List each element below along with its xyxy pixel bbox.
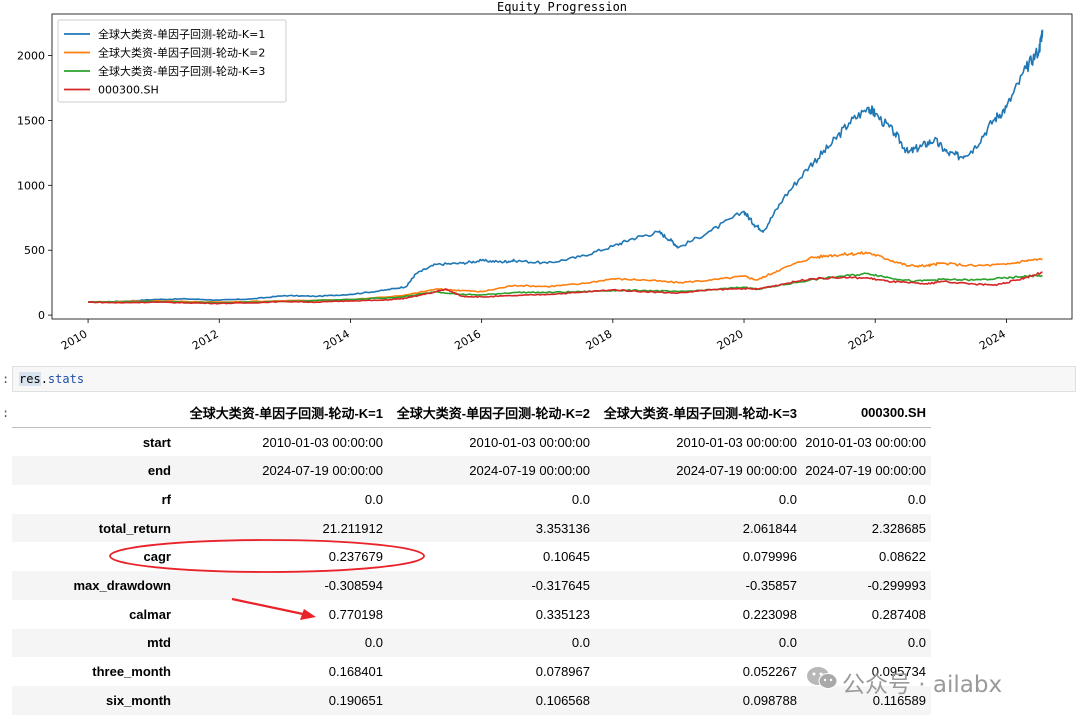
x-tick-label: 2018 — [584, 327, 615, 352]
row-label: three_month — [92, 664, 171, 680]
table-cell: 0.08622 — [879, 549, 926, 565]
table-cell: 0.287408 — [871, 606, 926, 622]
x-tick-label: 2020 — [715, 327, 746, 352]
row-label: end — [147, 463, 171, 479]
y-tick-label: 0 — [38, 309, 45, 322]
table-row: three_month 0.168401 0.078967 0.052267 0.095… — [12, 657, 931, 686]
row-label: total_return — [98, 520, 171, 536]
legend-label: 全球大类资-单因子回测-轮动-K=3 — [98, 64, 265, 78]
table-cell: 2024-07-19 00:00:00 — [262, 463, 383, 479]
row-label: max_drawdown — [73, 577, 171, 593]
table-cell: 2010-01-03 00:00:00 — [805, 434, 926, 450]
row-label: six_month — [105, 692, 171, 708]
table-cell: 0.335123 — [535, 606, 590, 622]
table-cell: 0.190651 — [328, 692, 383, 708]
table-row: mtd 0.0 0.0 0.0 0.0 — [12, 628, 931, 658]
table-cell: 0.237679 — [328, 549, 383, 565]
table-cell: 2024-07-19 00:00:00 — [676, 463, 797, 479]
wechat-icon — [807, 667, 838, 689]
table-cell: 2010-01-03 00:00:00 — [469, 434, 590, 450]
legend-label: 全球大类资-单因子回测-轮动-K=1 — [98, 27, 265, 41]
column-header: 全球大类资-单因子回测-轮动-K=3 — [595, 398, 802, 428]
legend-label: 全球大类资-单因子回测-轮动-K=2 — [98, 46, 265, 60]
table-cell: 0.079996 — [742, 549, 797, 565]
code-dot: . — [40, 372, 48, 386]
output-prompt: : — [2, 406, 10, 420]
x-tick-label: 2012 — [190, 327, 221, 352]
table-cell: 0.0 — [364, 635, 383, 651]
table-cell: 3.353136 — [535, 520, 590, 536]
code-attribute: stats — [47, 372, 85, 386]
table-cell: 0.098788 — [742, 692, 797, 708]
table-cell: -0.317645 — [531, 577, 590, 593]
stats-table: 全球大类资-单因子回测-轮动-K=1 全球大类资-单因子回测-轮动-K=2 全球… — [12, 398, 931, 715]
y-tick-label: 2000 — [17, 50, 45, 63]
row-label: calmar — [129, 606, 171, 622]
table-corner — [12, 398, 181, 428]
row-label: mtd — [147, 635, 171, 651]
table-cell: 0.0 — [571, 491, 590, 507]
table-header-row: 全球大类资-单因子回测-轮动-K=1 全球大类资-单因子回测-轮动-K=2 全球… — [12, 398, 931, 428]
table-cell: 0.0 — [778, 491, 797, 507]
watermark-text: 公众号 · ailabx — [842, 672, 1003, 698]
table-cell: 0.0 — [907, 491, 926, 507]
chart-canvas: Equity Progression 0 500 1000 1500 2000 2010 20… — [17, 0, 1073, 353]
legend-label: 000300.SH — [98, 84, 159, 97]
table-row: calmar 0.770198 0.335123 0.223098 0.287408 — [12, 600, 931, 629]
column-header: 全球大类资-单因子回测-轮动-K=1 — [181, 398, 388, 428]
row-label: start — [142, 434, 171, 450]
table-row: total_return 21.211912 3.353136 2.061844 2.3… — [12, 513, 931, 543]
table-cell: 0.10645 — [543, 549, 590, 565]
table-row: cagr 0.237679 0.10645 0.079996 0.08622 — [12, 542, 931, 571]
table-cell: 0.078967 — [535, 664, 590, 680]
x-tick-label: 2022 — [846, 327, 877, 352]
column-header: 000300.SH — [802, 398, 931, 428]
chart-title: Equity Progression — [497, 0, 627, 14]
equity-chart: Equity Progression 0 500 1000 1500 2000 2010 20… — [0, 0, 1080, 360]
table-cell: 2.061844 — [742, 520, 797, 536]
table-cell: -0.35857 — [745, 577, 797, 593]
table-cell: 0.0 — [778, 635, 797, 651]
table-row: start 2010-01-03 00:00:00 2010-01-03 00:00… — [12, 427, 931, 456]
watermark: 公众号 · ailabx — [806, 662, 1066, 698]
table-cell: 0.770198 — [328, 606, 383, 622]
table-cell: 21.211912 — [322, 520, 384, 536]
table-cell: -0.299993 — [867, 577, 926, 593]
table-cell: 2010-01-03 00:00:00 — [676, 434, 797, 450]
table-cell: 0.0 — [907, 635, 926, 651]
code-text[interactable]: res.stats — [19, 372, 84, 386]
y-tick-label: 1000 — [17, 179, 45, 192]
table-cell: 0.106568 — [535, 692, 590, 708]
table-row: end 2024-07-19 00:00:00 2024-07-19 00:00:0… — [12, 456, 931, 486]
table-row: rf 0.0 0.0 0.0 0.0 — [12, 485, 931, 514]
input-prompt: : — [2, 372, 10, 386]
table-cell: 0.0 — [571, 635, 590, 651]
y-tick-label: 1500 — [17, 114, 45, 127]
table-row: six_month 0.190651 0.106568 0.098788 0.11658… — [12, 685, 931, 715]
column-header: 全球大类资-单因子回测-轮动-K=2 — [388, 398, 595, 428]
table-cell: 0.052267 — [742, 664, 797, 680]
row-label: cagr — [143, 549, 171, 565]
y-tick-label: 500 — [24, 244, 45, 257]
table-cell: 0.223098 — [742, 606, 797, 622]
table-cell: 2.328685 — [871, 520, 926, 536]
table-cell: 2010-01-03 00:00:00 — [262, 434, 383, 450]
row-label: rf — [161, 491, 171, 507]
series-line — [88, 251, 1043, 304]
x-tick-label: 2016 — [452, 327, 483, 352]
x-tick-label: 2014 — [321, 327, 352, 352]
table-cell: 0.0 — [364, 491, 383, 507]
table-cell: -0.308594 — [324, 577, 383, 593]
x-tick-label: 2024 — [977, 327, 1008, 352]
x-tick-label: 2010 — [59, 327, 90, 352]
code-object: res — [19, 372, 41, 386]
table-cell: 0.168401 — [328, 664, 383, 680]
code-cell[interactable]: res.stats — [12, 366, 1076, 392]
table-cell: 2024-07-19 00:00:00 — [469, 463, 590, 479]
table-cell: 2024-07-19 00:00:00 — [805, 463, 926, 479]
table-row: max_drawdown -0.308594 -0.317645 -0.35857 -0… — [12, 571, 931, 600]
series-line — [88, 272, 1043, 304]
